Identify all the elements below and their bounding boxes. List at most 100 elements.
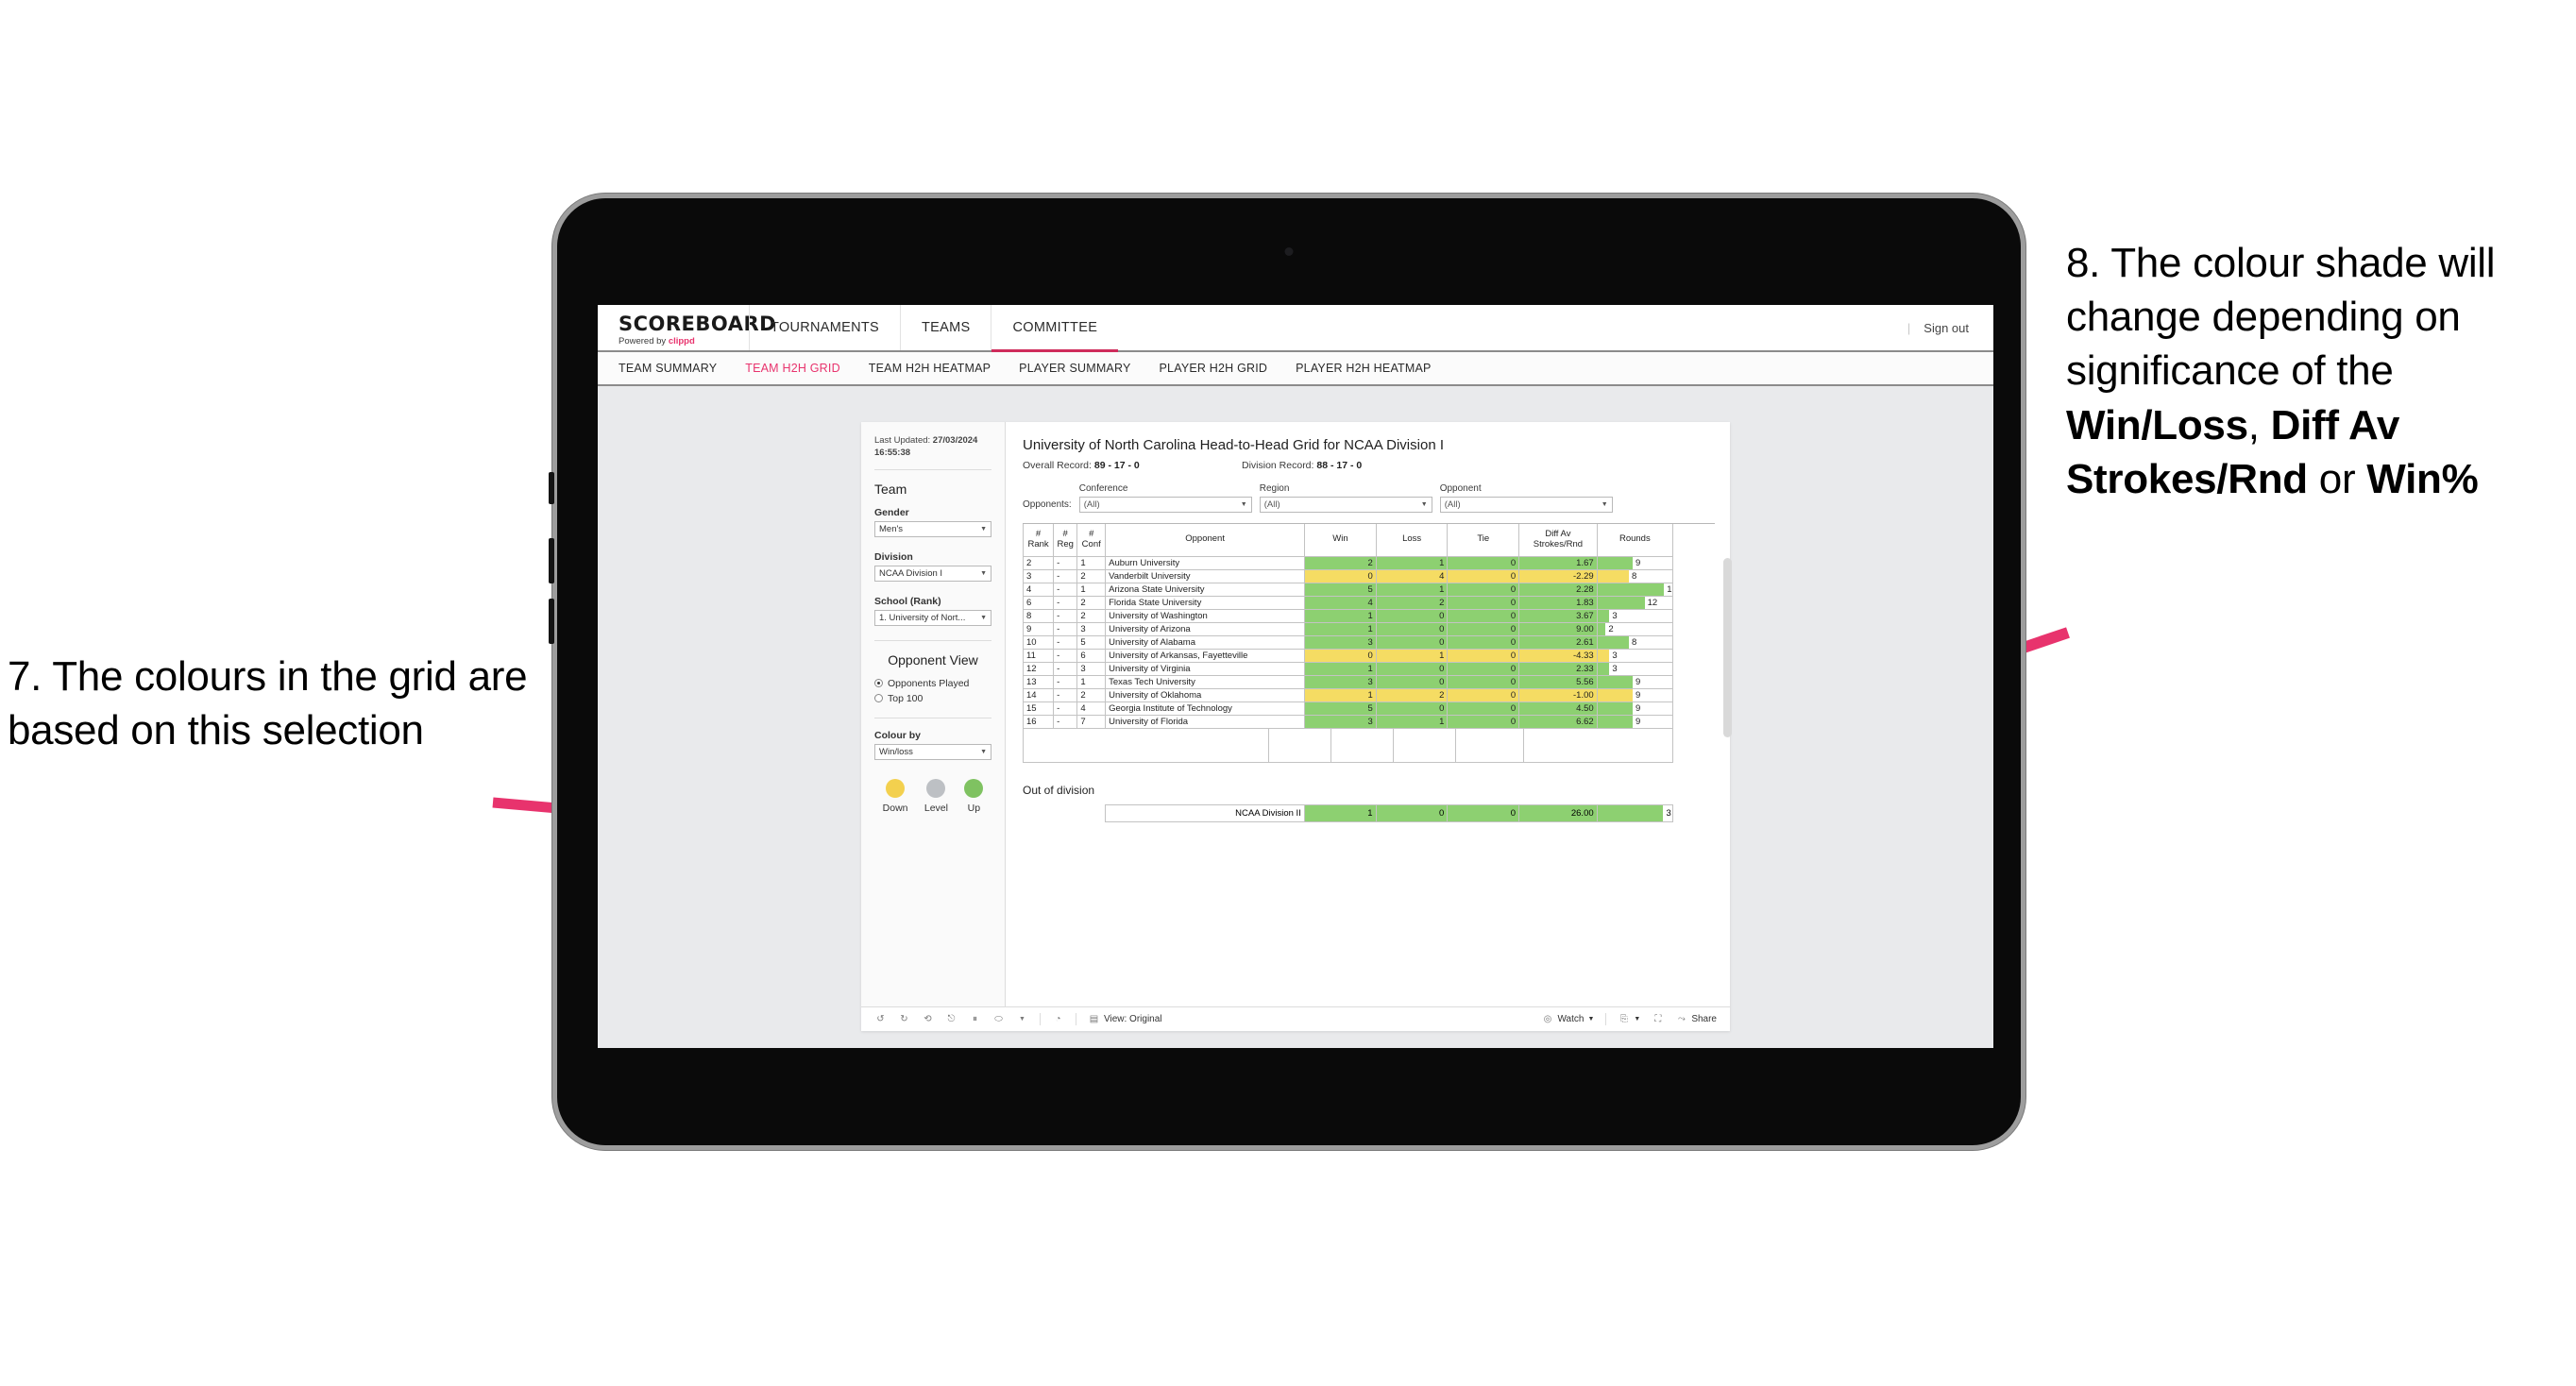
subnav-item-team-h2h-heatmap[interactable]: TEAM H2H HEATMAP <box>869 362 991 375</box>
revert-icon[interactable]: ⟲ <box>922 1013 934 1025</box>
col-header-rounds[interactable]: Rounds <box>1596 524 1674 557</box>
chevron-down-icon: ▼ <box>1420 501 1428 508</box>
table-row[interactable]: 4-1Arizona State University5102.2817 <box>1022 582 1674 597</box>
col-header-conf[interactable]: # Conf <box>1076 524 1107 557</box>
table-row[interactable]: 15-4 Georgia Institute of Technology 5 0 0 4.… <box>1022 701 1674 716</box>
colour-by-select[interactable]: Win/loss ▼ <box>874 743 991 760</box>
filter-opponent-select[interactable]: (All) ▼ <box>1439 497 1613 513</box>
col-header-diff-av-strokes[interactable]: Diff Av Strokes/Rnd <box>1518 524 1598 557</box>
cell-reg: - <box>1053 555 1078 570</box>
app-header: SCOREBOARD Powered by clippd TOURNAMENTS… <box>598 305 1993 352</box>
gender-label: Gender <box>874 506 909 518</box>
chevron-down-icon: ▼ <box>980 569 987 577</box>
cell-win: 3 <box>1304 634 1377 650</box>
subnav-item-player-summary[interactable]: PLAYER SUMMARY <box>1019 362 1130 375</box>
cell-conf: 3 <box>1076 661 1107 676</box>
chevron-down-icon: ▼ <box>1601 501 1608 508</box>
table-row[interactable]: 10-5 University of Alabama 3 0 0 2.61 8 <box>1022 634 1674 650</box>
subnav-item-player-h2h-grid[interactable]: PLAYER H2H GRID <box>1160 362 1268 375</box>
table-row[interactable]: 9-3 University of Arizona 1 0 0 9.00 2 <box>1022 621 1674 636</box>
table-row[interactable]: 13-1 Texas Tech University 3 0 0 5.56 9 <box>1022 674 1674 689</box>
cursor-icon[interactable]: ⬭ <box>992 1013 1005 1025</box>
legend-label-level: Level <box>924 802 948 814</box>
share-icon: ⤳ <box>1677 1014 1686 1024</box>
col-header-rank[interactable]: # Rank <box>1022 524 1055 557</box>
division-value: NCAA Division I <box>879 567 943 579</box>
table-row[interactable]: 6-2 Florida State University 4 2 0 1.83 12 <box>1022 595 1674 610</box>
refresh-icon[interactable]: ⎋ <box>945 1013 958 1025</box>
filter-region-select[interactable]: (All) ▼ <box>1259 497 1432 513</box>
team-heading: Team <box>874 481 907 497</box>
cell-rounds: 3 <box>1596 648 1674 663</box>
annotation-8-mid2: or <box>2307 455 2367 502</box>
col-header-tie[interactable]: Tie <box>1447 524 1520 557</box>
download-button[interactable]: ⎘ ▼ <box>1618 1013 1640 1025</box>
topnav-item-teams[interactable]: TEAMS <box>900 305 991 350</box>
col-header-win[interactable]: Win <box>1304 524 1377 557</box>
subnav-item-team-summary[interactable]: TEAM SUMMARY <box>619 362 717 375</box>
help-icon[interactable]: ◔ <box>1052 1013 1064 1025</box>
filter-conference-select[interactable]: (All) ▼ <box>1078 497 1252 513</box>
col-header-reg[interactable]: # Reg <box>1053 524 1078 557</box>
side-button-volume-down[interactable] <box>549 599 554 644</box>
cell-tie: 0 <box>1447 555 1520 570</box>
signout-button[interactable]: Sign out <box>1924 321 1969 335</box>
subnav-item-team-h2h-grid[interactable]: TEAM H2H GRID <box>745 362 840 375</box>
radio-opponents-played[interactable]: Opponents Played <box>874 678 991 689</box>
legend-dot-up <box>964 778 984 798</box>
gender-select[interactable]: Men's ▼ <box>874 520 991 537</box>
topnav-item-tournaments[interactable]: TOURNAMENTS <box>749 305 900 350</box>
table-row[interactable]: 2-1 Auburn University 2 1 0 1.67 9 <box>1022 555 1674 570</box>
radio-top-100[interactable]: Top 100 <box>874 693 991 704</box>
share-button[interactable]: ⤳ Share <box>1675 1013 1717 1025</box>
side-button-top[interactable] <box>549 472 554 504</box>
table-row[interactable]: 11-6 University of Arkansas, Fayetteville… <box>1022 648 1674 663</box>
col-header-opponent[interactable]: Opponent <box>1105 524 1306 557</box>
out-of-division-diff: 26.00 <box>1518 803 1598 822</box>
powered-by-text: Powered by <box>619 335 669 346</box>
cell-tie: 0 <box>1447 661 1520 676</box>
cell-loss: 0 <box>1375 661 1449 676</box>
cell-opponent: University of Alabama <box>1105 634 1306 650</box>
cell-diff: 1.83 <box>1518 595 1598 610</box>
cell-tie: 0 <box>1447 608 1520 623</box>
table-row[interactable]: 8-2 University of Washington 1 0 0 3.67 3 <box>1022 608 1674 623</box>
brand-logo[interactable]: SCOREBOARD Powered by clippd <box>598 305 776 350</box>
table-row[interactable]: 16-7 University of Florida 3 1 0 6.62 9 <box>1022 714 1674 729</box>
table-row[interactable]: 12-3 University of Virginia 1 0 0 2.33 3 <box>1022 661 1674 676</box>
fullscreen-icon[interactable]: ⛶ <box>1652 1013 1664 1025</box>
cell-rounds: 3 <box>1596 661 1674 676</box>
table-row[interactable]: NCAA Division II 1 0 0 26.00 3 <box>1023 803 1674 822</box>
redo-icon[interactable]: ↻ <box>898 1013 910 1025</box>
viz-toolbar: ↺ ↻ ⟲ ⎋ ⏸ ⬭ ▼ ◔ ▤ View: Original ◎ Watch… <box>861 1006 1730 1031</box>
division-select[interactable]: NCAA Division I ▼ <box>874 565 991 582</box>
chevron-down-icon[interactable]: ▼ <box>1016 1013 1028 1025</box>
legend-label-down: Down <box>882 802 908 814</box>
subnav-item-player-h2h-heatmap[interactable]: PLAYER H2H HEATMAP <box>1296 362 1431 375</box>
last-updated-label: Last Updated: <box>874 435 933 446</box>
cell-conf: 4 <box>1076 701 1107 716</box>
vertical-scrollbar[interactable] <box>1723 558 1732 737</box>
chevron-down-icon: ▼ <box>980 748 987 755</box>
cell-win: 1 <box>1304 608 1377 623</box>
cell-tie: 0 <box>1447 687 1520 702</box>
side-button-volume-up[interactable] <box>549 538 554 583</box>
pause-updates-icon[interactable]: ⏸ <box>969 1013 981 1025</box>
tablet-screen: SCOREBOARD Powered by clippd TOURNAMENTS… <box>598 305 1993 1048</box>
table-row[interactable]: 14-2 University of Oklahoma 1 2 0 -1.00 9 <box>1022 687 1674 702</box>
out-of-division-rounds: 3 <box>1596 803 1674 822</box>
col-header-loss[interactable]: Loss <box>1375 524 1449 557</box>
cell-diff: 1.67 <box>1518 555 1598 570</box>
view-original-button[interactable]: ▤ View: Original <box>1088 1013 1162 1025</box>
cell-conf: 6 <box>1076 648 1107 663</box>
filter-region-value: (All) <box>1263 499 1280 510</box>
table-row[interactable]: 3-2 Vanderbilt University 0 4 0 -2.29 8 <box>1022 568 1674 583</box>
cell-rank: 8 <box>1022 608 1055 623</box>
undo-icon[interactable]: ↺ <box>874 1013 887 1025</box>
legend-item-level: Level <box>924 778 948 814</box>
watch-button[interactable]: ◎ Watch ▼ <box>1541 1013 1595 1025</box>
cell-tie: 0 <box>1447 582 1520 597</box>
topnav-item-committee[interactable]: COMMITTEE <box>991 305 1118 352</box>
cell-loss: 1 <box>1375 714 1449 729</box>
school-select[interactable]: 1. University of Nort... ▼ <box>874 609 991 626</box>
